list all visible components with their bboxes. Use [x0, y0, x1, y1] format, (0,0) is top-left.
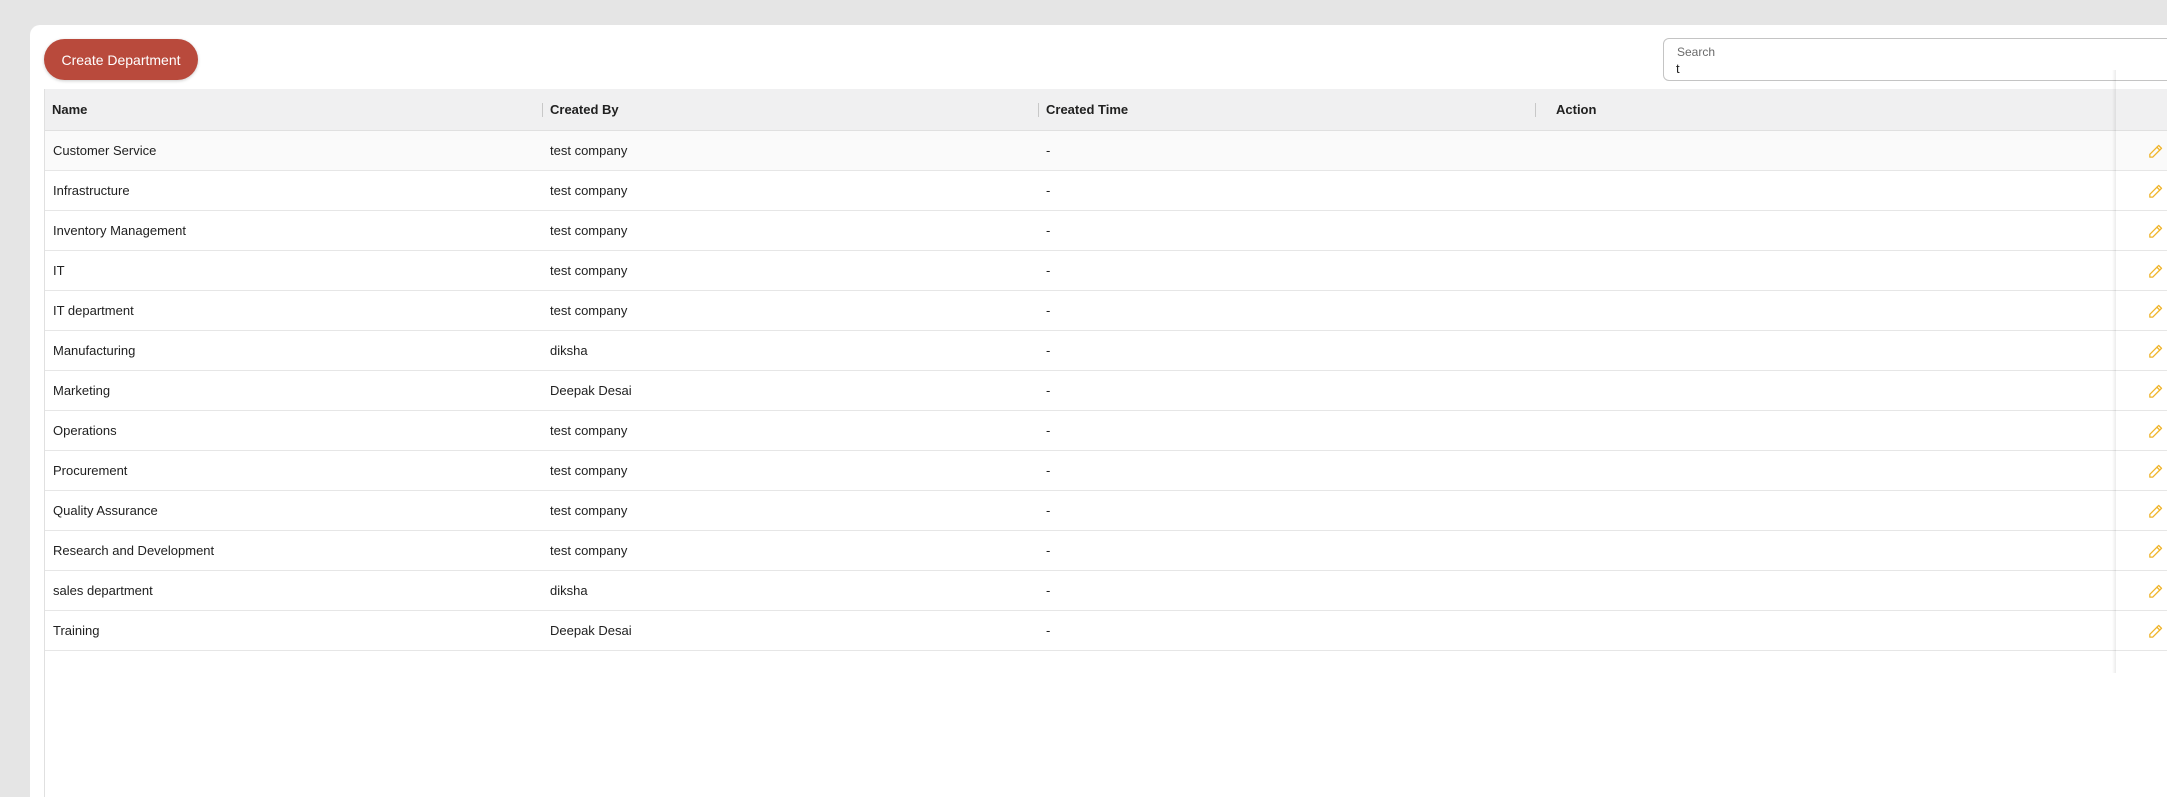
cell-created-by: test company: [550, 543, 628, 558]
table-row[interactable]: Inventory Management test company -: [45, 211, 2167, 251]
departments-panel: Create Department Search Name Created By…: [30, 25, 2167, 797]
edit-button[interactable]: [2144, 380, 2166, 402]
cell-created-time: -: [1046, 183, 1051, 198]
cell-created-by: test company: [550, 223, 628, 238]
table-row[interactable]: Infrastructure test company -: [45, 171, 2167, 211]
column-resize-handle[interactable]: [542, 103, 543, 117]
search-label: Search: [1677, 45, 1716, 59]
pencil-icon: [2148, 264, 2162, 278]
cell-created-time: -: [1046, 343, 1051, 358]
pencil-icon: [2148, 544, 2162, 558]
departments-table: Name Created By Created Time Action Cust…: [44, 89, 2167, 797]
table-row[interactable]: IT test company -: [45, 251, 2167, 291]
cell-name: Marketing: [53, 383, 111, 398]
search-input[interactable]: [1676, 59, 2156, 77]
cell-created-by: test company: [550, 143, 628, 158]
cell-created-by: test company: [550, 263, 628, 278]
table-row[interactable]: IT department test company -: [45, 291, 2167, 331]
search-field[interactable]: Search: [1663, 38, 2167, 81]
edit-button[interactable]: [2144, 220, 2166, 242]
cell-created-time: -: [1046, 423, 1051, 438]
table-row[interactable]: Manufacturing diksha -: [45, 331, 2167, 371]
column-resize-handle[interactable]: [1038, 103, 1039, 117]
table-row[interactable]: Operations test company -: [45, 411, 2167, 451]
table-row[interactable]: Research and Development test company -: [45, 531, 2167, 571]
table-row[interactable]: sales department diksha -: [45, 571, 2167, 611]
cell-name: Customer Service: [53, 143, 157, 158]
cell-created-by: test company: [550, 463, 628, 478]
create-department-button[interactable]: Create Department: [44, 39, 198, 80]
cell-name: IT: [53, 263, 65, 278]
cell-created-time: -: [1046, 303, 1051, 318]
cell-created-time: -: [1046, 143, 1051, 158]
cell-name: Inventory Management: [53, 223, 186, 238]
column-header-name[interactable]: Name: [52, 89, 87, 131]
pinned-column-shadow: [2112, 70, 2116, 673]
pencil-icon: [2148, 224, 2162, 238]
cell-created-by: diksha: [550, 583, 588, 598]
cell-created-time: -: [1046, 383, 1051, 398]
edit-button[interactable]: [2144, 540, 2166, 562]
cell-created-time: -: [1046, 463, 1051, 478]
cell-created-by: Deepak Desai: [550, 623, 632, 638]
edit-button[interactable]: [2144, 500, 2166, 522]
pencil-icon: [2148, 584, 2162, 598]
column-header-created-time[interactable]: Created Time: [1046, 89, 1128, 131]
cell-name: Infrastructure: [53, 183, 130, 198]
pencil-icon: [2148, 384, 2162, 398]
cell-name: Research and Development: [53, 543, 215, 558]
edit-button[interactable]: [2144, 180, 2166, 202]
cell-created-time: -: [1046, 223, 1051, 238]
pencil-icon: [2148, 144, 2162, 158]
pencil-icon: [2148, 464, 2162, 478]
cell-created-time: -: [1046, 543, 1051, 558]
column-resize-handle[interactable]: [1535, 103, 1536, 117]
edit-button[interactable]: [2144, 140, 2166, 162]
cell-created-by: test company: [550, 183, 628, 198]
cell-created-time: -: [1046, 263, 1051, 278]
pencil-icon: [2148, 424, 2162, 438]
table-row[interactable]: Marketing Deepak Desai -: [45, 371, 2167, 411]
edit-button[interactable]: [2144, 300, 2166, 322]
table-row[interactable]: Customer Service test company -: [45, 131, 2167, 171]
pencil-icon: [2148, 344, 2162, 358]
edit-button[interactable]: [2144, 580, 2166, 602]
cell-name: Manufacturing: [53, 343, 136, 358]
column-header-created-by[interactable]: Created By: [550, 89, 619, 131]
column-header-action: Action: [1556, 102, 1597, 117]
edit-button[interactable]: [2144, 460, 2166, 482]
cell-created-time: -: [1046, 503, 1051, 518]
table-body: Customer Service test company - Infrastruct…: [45, 131, 2167, 651]
cell-created-time: -: [1046, 583, 1051, 598]
cell-name: Operations: [53, 423, 117, 438]
cell-created-by: test company: [550, 503, 628, 518]
cell-name: Training: [53, 623, 100, 638]
cell-name: Procurement: [53, 463, 128, 478]
edit-button[interactable]: [2144, 260, 2166, 282]
edit-button[interactable]: [2144, 420, 2166, 442]
cell-created-time: -: [1046, 623, 1051, 638]
table-row[interactable]: Training Deepak Desai -: [45, 611, 2167, 651]
pencil-icon: [2148, 304, 2162, 318]
table-header: Name Created By Created Time Action: [45, 89, 2167, 131]
cell-name: sales department: [53, 583, 153, 598]
edit-button[interactable]: [2144, 340, 2166, 362]
edit-button[interactable]: [2144, 620, 2166, 642]
cell-created-by: Deepak Desai: [550, 383, 632, 398]
cell-created-by: diksha: [550, 343, 588, 358]
cell-created-by: test company: [550, 303, 628, 318]
pencil-icon: [2148, 624, 2162, 638]
pencil-icon: [2148, 504, 2162, 518]
table-row[interactable]: Quality Assurance test company -: [45, 491, 2167, 531]
cell-name: IT department: [53, 303, 134, 318]
pencil-icon: [2148, 184, 2162, 198]
table-row[interactable]: Procurement test company -: [45, 451, 2167, 491]
cell-created-by: test company: [550, 423, 628, 438]
cell-name: Quality Assurance: [53, 503, 158, 518]
